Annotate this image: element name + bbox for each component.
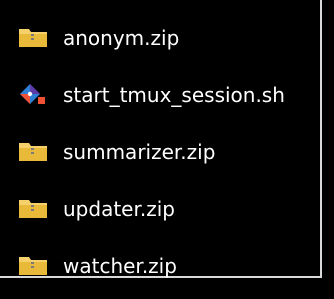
file-name: summarizer.zip xyxy=(63,140,216,164)
zip-folder-icon xyxy=(18,25,48,49)
zip-folder-icon xyxy=(18,139,48,163)
file-name: updater.zip xyxy=(63,197,175,221)
file-item-anonym-zip[interactable]: anonym.zip xyxy=(0,14,320,71)
file-name: anonym.zip xyxy=(63,26,180,50)
file-list: anonym.zip start_tmux_session.sh summari… xyxy=(0,14,320,299)
file-name: watcher.zip xyxy=(63,254,177,278)
file-item-updater-zip[interactable]: updater.zip xyxy=(0,185,320,242)
file-item-watcher-zip[interactable]: watcher.zip xyxy=(0,242,320,299)
file-item-summarizer-zip[interactable]: summarizer.zip xyxy=(0,128,320,185)
file-item-start-tmux-session-sh[interactable]: start_tmux_session.sh xyxy=(0,71,320,128)
git-bash-script-icon xyxy=(18,82,48,106)
zip-folder-icon xyxy=(18,196,48,220)
zip-folder-icon xyxy=(18,253,48,277)
file-name: start_tmux_session.sh xyxy=(63,83,285,107)
file-list-panel: anonym.zip start_tmux_session.sh summari… xyxy=(0,0,322,278)
